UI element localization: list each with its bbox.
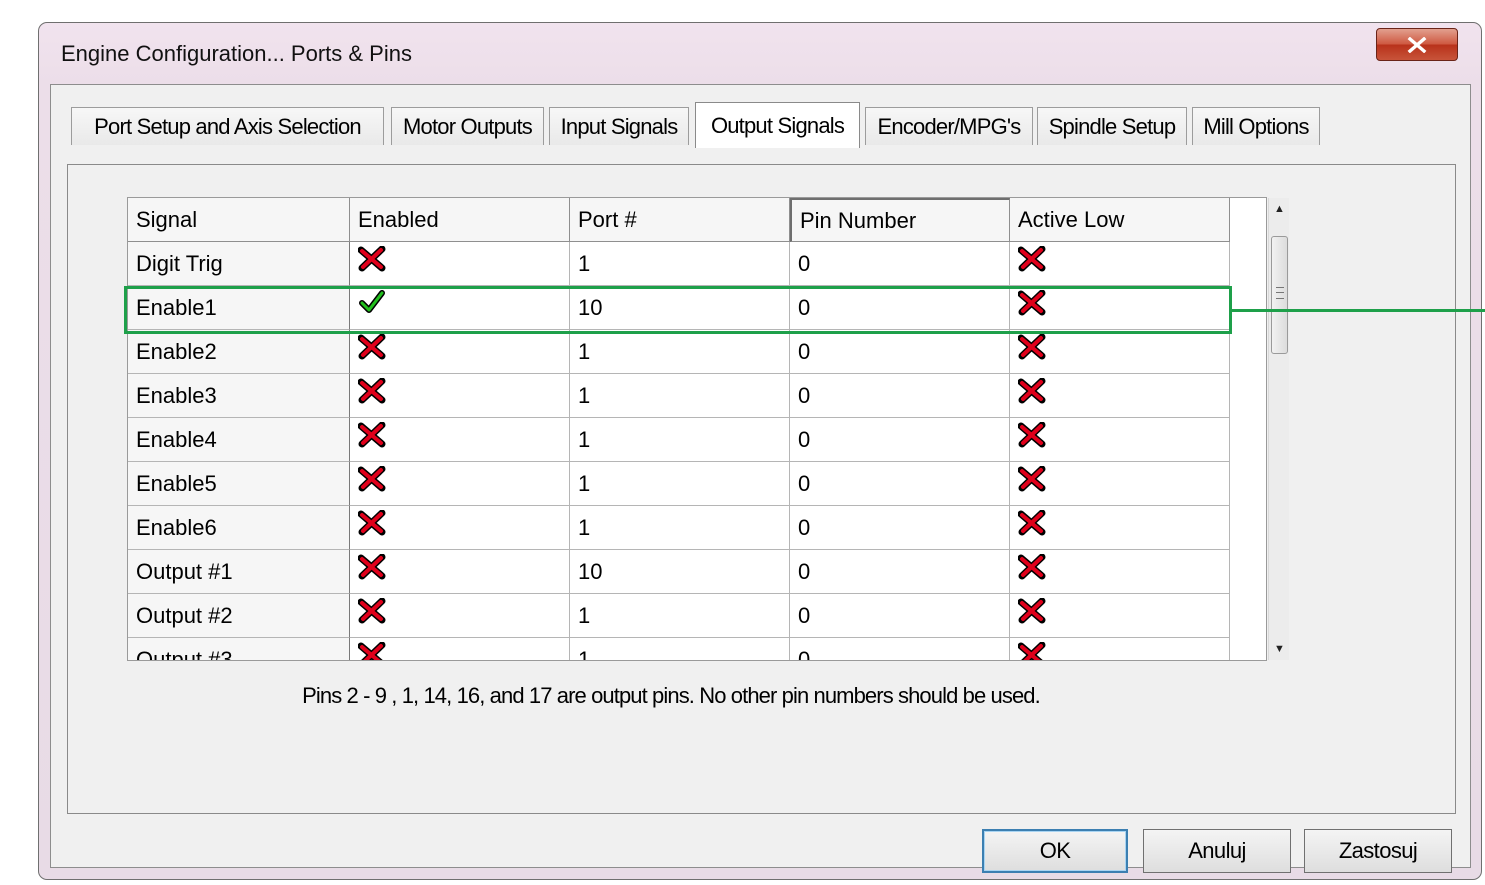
scroll-down-arrow-icon[interactable]: ▼ xyxy=(1269,638,1290,660)
red-x-icon xyxy=(1018,510,1046,536)
red-x-icon xyxy=(1018,422,1046,448)
active-low-cell[interactable] xyxy=(1010,594,1230,638)
scroll-thumb[interactable] xyxy=(1271,236,1288,354)
enabled-cell[interactable] xyxy=(350,374,570,418)
port-cell[interactable]: 1 xyxy=(570,374,790,418)
enabled-cell[interactable] xyxy=(350,418,570,462)
red-x-icon xyxy=(1018,334,1046,360)
close-icon xyxy=(1407,36,1427,53)
window-title: Engine Configuration... Ports & Pins xyxy=(61,41,412,66)
column-header-enabled[interactable]: Enabled xyxy=(350,198,570,242)
red-x-icon xyxy=(358,598,386,624)
active-low-cell[interactable] xyxy=(1010,550,1230,594)
port-cell[interactable]: 1 xyxy=(570,330,790,374)
tab-output-signals[interactable]: Output Signals xyxy=(695,102,860,148)
enabled-cell[interactable] xyxy=(350,594,570,638)
active-low-cell[interactable] xyxy=(1010,506,1230,550)
pin-number-cell[interactable]: 0 xyxy=(790,506,1010,550)
pin-number-cell[interactable]: 0 xyxy=(790,462,1010,506)
column-header-pin-number[interactable]: Pin Number xyxy=(790,198,1010,242)
signal-name-cell[interactable]: Output #2 xyxy=(128,594,350,638)
red-x-icon xyxy=(1018,554,1046,580)
active-low-cell[interactable] xyxy=(1010,242,1230,286)
red-x-icon xyxy=(358,246,386,272)
port-cell[interactable]: 1 xyxy=(570,418,790,462)
pin-number-cell[interactable]: 0 xyxy=(790,418,1010,462)
enabled-cell[interactable] xyxy=(350,506,570,550)
signal-name-cell[interactable]: Enable3 xyxy=(128,374,350,418)
column-header-signal[interactable]: Signal xyxy=(128,198,350,242)
red-x-icon xyxy=(358,642,386,660)
red-x-icon xyxy=(1018,642,1046,660)
enabled-cell[interactable] xyxy=(350,242,570,286)
highlight-pointer-line xyxy=(1232,309,1485,312)
red-x-icon xyxy=(358,378,386,404)
output-signals-grid[interactable]: Signal Enabled Port # Pin Number Active Low D… xyxy=(127,197,1267,661)
apply-button[interactable]: Zastosuj xyxy=(1304,829,1452,873)
tab-motor-outputs[interactable]: Motor Outputs xyxy=(391,107,544,145)
signal-name-cell[interactable]: Output #3 xyxy=(128,638,350,660)
active-low-cell[interactable] xyxy=(1010,462,1230,506)
red-x-icon xyxy=(358,510,386,536)
active-low-cell[interactable] xyxy=(1010,330,1230,374)
enabled-cell[interactable] xyxy=(350,550,570,594)
row-highlight-box xyxy=(124,286,1232,334)
signal-name-cell[interactable]: Enable2 xyxy=(128,330,350,374)
port-cell[interactable]: 1 xyxy=(570,594,790,638)
close-button[interactable] xyxy=(1376,28,1458,61)
enabled-cell[interactable] xyxy=(350,330,570,374)
active-low-cell[interactable] xyxy=(1010,638,1230,660)
ok-button[interactable]: OK xyxy=(982,829,1128,873)
signal-name-cell[interactable]: Enable4 xyxy=(128,418,350,462)
scroll-grip-icon xyxy=(1276,287,1284,299)
red-x-icon xyxy=(1018,466,1046,492)
pins-note: Pins 2 - 9 , 1, 14, 16, and 17 are outpu… xyxy=(302,683,1041,708)
engine-config-dialog: Engine Configuration... Ports & Pins Por… xyxy=(38,22,1485,880)
port-cell[interactable]: 1 xyxy=(570,242,790,286)
red-x-icon xyxy=(358,466,386,492)
active-low-cell[interactable] xyxy=(1010,418,1230,462)
pin-number-cell[interactable]: 0 xyxy=(790,550,1010,594)
column-header-active-low[interactable]: Active Low xyxy=(1010,198,1230,242)
signal-name-cell[interactable]: Output #1 xyxy=(128,550,350,594)
red-x-icon xyxy=(358,422,386,448)
dialog-client-area: Port Setup and Axis Selection Motor Outpu… xyxy=(50,84,1485,873)
red-x-icon xyxy=(1018,246,1046,272)
pin-number-cell[interactable]: 0 xyxy=(790,330,1010,374)
pin-number-cell[interactable]: 0 xyxy=(790,594,1010,638)
tab-mill-options[interactable]: Mill Options xyxy=(1192,107,1320,145)
signal-name-cell[interactable]: Digit Trig xyxy=(128,242,350,286)
tab-encoder-mpgs[interactable]: Encoder/MPG's xyxy=(865,107,1033,145)
red-x-icon xyxy=(358,334,386,360)
port-cell[interactable]: 1 xyxy=(570,462,790,506)
scroll-up-arrow-icon[interactable]: ▲ xyxy=(1269,198,1290,220)
enabled-cell[interactable] xyxy=(350,638,570,660)
red-x-icon xyxy=(1018,598,1046,624)
cancel-button[interactable]: Anuluj xyxy=(1143,829,1291,873)
pin-number-cell[interactable]: 0 xyxy=(790,374,1010,418)
grid-vertical-scrollbar[interactable]: ▲ ▼ xyxy=(1268,198,1289,660)
port-cell[interactable]: 10 xyxy=(570,550,790,594)
pin-number-cell[interactable]: 0 xyxy=(790,242,1010,286)
signal-name-cell[interactable]: Enable6 xyxy=(128,506,350,550)
red-x-icon xyxy=(358,554,386,580)
red-x-icon xyxy=(1018,378,1046,404)
active-low-cell[interactable] xyxy=(1010,374,1230,418)
tab-spindle-setup[interactable]: Spindle Setup xyxy=(1037,107,1187,145)
tab-input-signals[interactable]: Input Signals xyxy=(549,107,689,145)
pin-number-cell[interactable]: 0 xyxy=(790,638,1010,660)
port-cell[interactable]: 1 xyxy=(570,506,790,550)
enabled-cell[interactable] xyxy=(350,462,570,506)
signal-name-cell[interactable]: Enable5 xyxy=(128,462,350,506)
tab-port-setup[interactable]: Port Setup and Axis Selection xyxy=(71,107,384,145)
port-cell[interactable]: 1 xyxy=(570,638,790,660)
column-header-port[interactable]: Port # xyxy=(570,198,790,242)
